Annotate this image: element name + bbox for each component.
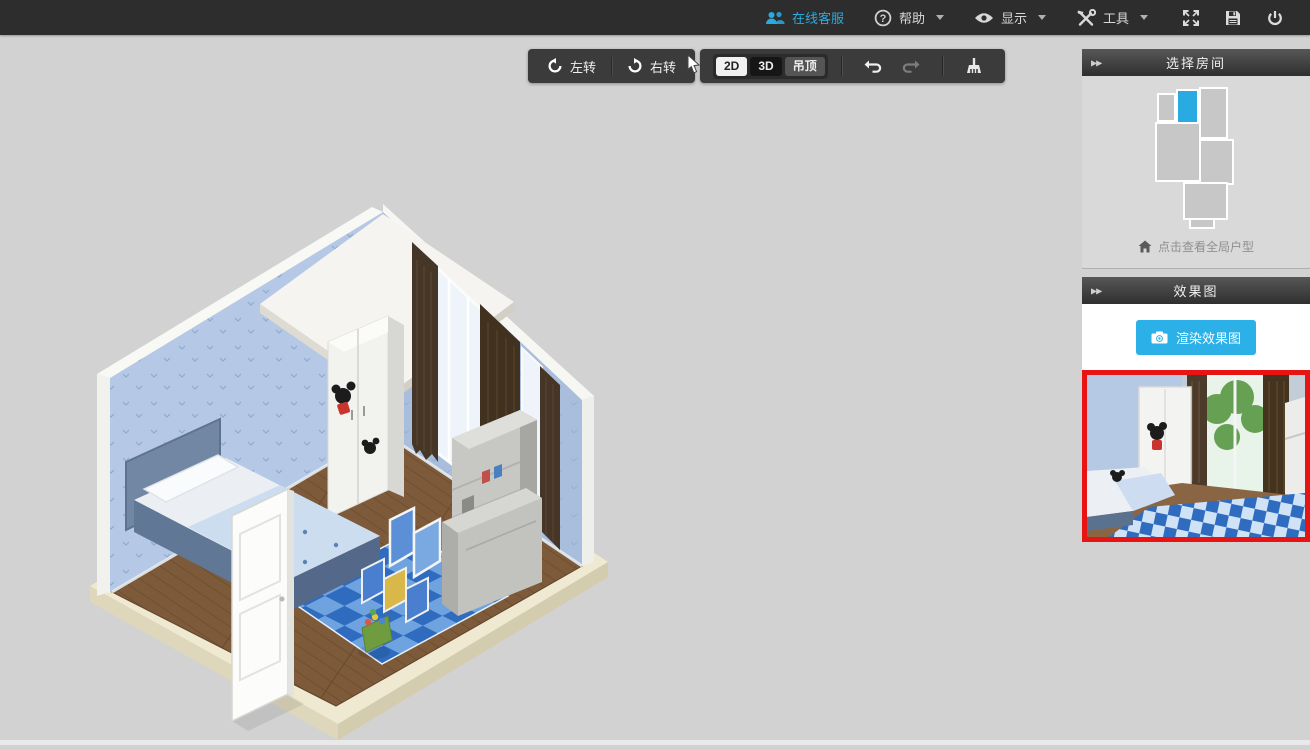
view-whole-plan-link[interactable]: 点击查看全局户型: [1138, 238, 1254, 255]
tools-label: 工具: [1103, 8, 1129, 27]
online-service-label: 在线客服: [792, 8, 844, 27]
save-button[interactable]: [1212, 0, 1254, 35]
undo-icon: [864, 58, 883, 74]
select-room-panel-header[interactable]: ▶▶ 选择房间: [1082, 49, 1310, 76]
select-room-panel: 点击查看全局户型: [1082, 76, 1310, 269]
rotate-right-icon: [627, 58, 643, 74]
door[interactable]: [232, 489, 304, 731]
rotate-right-label: 右转: [650, 57, 676, 76]
tools-menu[interactable]: 工具: [1076, 8, 1148, 27]
hammer-wrench-icon: [1076, 9, 1096, 27]
broom-icon: [965, 57, 983, 75]
display-label: 显示: [1001, 8, 1027, 27]
collapse-chevrons-icon[interactable]: ▶▶: [1091, 286, 1101, 295]
divider: [841, 56, 842, 76]
power-icon: [1266, 9, 1284, 27]
chevron-down-icon: [936, 15, 944, 20]
render-panel: 渲染效果图: [1082, 304, 1310, 370]
chevron-down-icon: [1038, 15, 1046, 20]
view-mode-switch: 2D 3D 吊顶: [713, 54, 828, 79]
help-label: 帮助: [899, 8, 925, 27]
collapse-chevrons-icon[interactable]: ▶▶: [1091, 58, 1101, 67]
room-3d-canvas[interactable]: [90, 200, 650, 750]
svg-text:?: ?: [880, 13, 887, 25]
render-panel-title: 效果图: [1173, 281, 1218, 300]
rotate-left-icon: [547, 58, 563, 74]
rotate-right-button[interactable]: 右转: [612, 49, 691, 83]
fullscreen-icon: [1182, 9, 1200, 27]
undo-button[interactable]: [855, 49, 892, 83]
wardrobe[interactable]: [328, 316, 404, 518]
render-panel-header[interactable]: ▶▶ 效果图: [1082, 277, 1310, 304]
rotate-toolbar: 左转 右转: [528, 49, 695, 83]
canvas-scrollbar[interactable]: [0, 740, 1310, 745]
desk[interactable]: [442, 410, 542, 616]
camera-icon: [1151, 331, 1168, 344]
question-circle-icon: ?: [874, 9, 892, 27]
view-toolbar: 2D 3D 吊顶: [700, 49, 1005, 83]
online-service-button[interactable]: 在线客服: [765, 8, 844, 27]
render-image-label: 渲染效果图: [1176, 328, 1241, 347]
power-button[interactable]: [1254, 0, 1296, 35]
help-menu[interactable]: ? 帮助: [874, 8, 944, 27]
redo-icon: [901, 58, 920, 74]
rotate-left-label: 左转: [570, 57, 596, 76]
display-menu[interactable]: 显示: [974, 8, 1046, 27]
room-3d-view: [90, 200, 650, 745]
floorplan-minimap[interactable]: [1148, 84, 1244, 232]
mode-2d-button[interactable]: 2D: [716, 57, 747, 76]
topbar: 在线客服 ? 帮助 显示 工具: [0, 0, 1310, 35]
render-thumbnail-selected[interactable]: [1082, 370, 1310, 542]
mode-ceiling-button[interactable]: 吊顶: [785, 57, 825, 76]
users-icon: [765, 11, 785, 25]
minimap-selected-room: [1177, 90, 1198, 123]
view-whole-plan-label: 点击查看全局户型: [1158, 238, 1254, 255]
select-room-title: 选择房间: [1166, 53, 1226, 72]
chevron-down-icon: [1140, 15, 1148, 20]
divider: [942, 56, 943, 76]
save-icon: [1224, 9, 1242, 27]
home-icon: [1138, 240, 1152, 253]
eye-icon: [974, 12, 994, 24]
redo-button[interactable]: [892, 49, 929, 83]
window-actions: [1170, 0, 1296, 35]
fullscreen-button[interactable]: [1170, 0, 1212, 35]
mode-3d-button[interactable]: 3D: [750, 57, 781, 76]
rotate-left-button[interactable]: 左转: [532, 49, 611, 83]
clear-button[interactable]: [956, 49, 992, 83]
render-thumbnail-image: [1087, 375, 1305, 537]
render-image-button[interactable]: 渲染效果图: [1136, 320, 1256, 355]
